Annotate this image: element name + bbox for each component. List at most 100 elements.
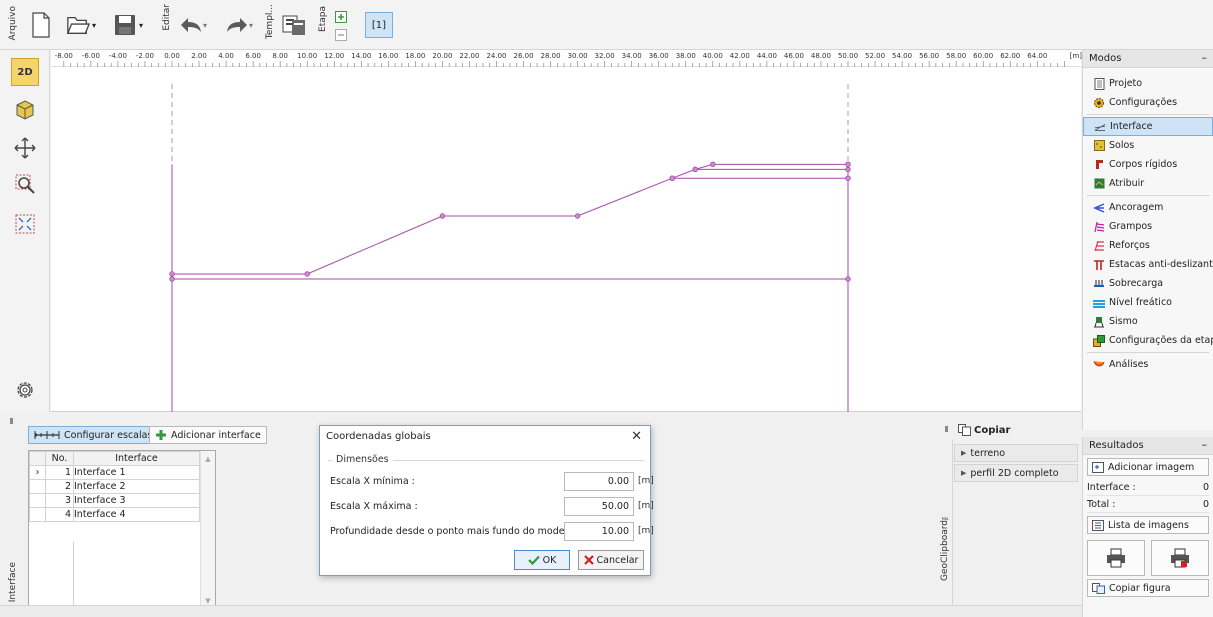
min-x-scale-input[interactable] [564, 472, 634, 491]
reinforcement-icon [1093, 240, 1105, 252]
remove-stage-button[interactable] [334, 28, 348, 42]
mode-configuracoes[interactable]: Configurações [1083, 93, 1213, 112]
chevron-down-icon[interactable]: ▾ [249, 21, 253, 30]
table-row[interactable]: 2 Interface 2 [29, 479, 200, 494]
interface-point [845, 276, 851, 282]
pan-button[interactable] [11, 134, 39, 162]
move-arrows-icon [14, 137, 36, 159]
plus-icon [335, 11, 347, 23]
open-file-button[interactable]: ▾ [66, 10, 96, 40]
chevron-down-icon[interactable]: ▾ [139, 21, 143, 30]
stage-1-tab[interactable]: [1] [365, 12, 393, 38]
mode-reforcos[interactable]: Reforços [1083, 236, 1213, 255]
modes-title: Modos [1089, 53, 1122, 64]
undo-button[interactable]: ▾ [176, 12, 210, 38]
anchor-icon [1093, 202, 1105, 214]
mode-configuracoes-da-etapa[interactable]: Configurações da etapa [1083, 331, 1213, 350]
min-x-scale-unit: [m] [638, 476, 654, 486]
copy-figure-button[interactable]: Copiar figura [1087, 579, 1209, 597]
view-3d-button[interactable] [11, 96, 39, 124]
geometry-drawing[interactable] [51, 50, 1081, 412]
results-interface-row: Interface : 0 [1087, 479, 1209, 496]
table-scrollbar[interactable]: ▲ ▼ [200, 451, 215, 609]
mode-grampos[interactable]: Grampos [1083, 217, 1213, 236]
mode-sismo[interactable]: Sismo [1083, 312, 1213, 331]
modes-panel: Modos – Projeto Configurações Interface … [1082, 50, 1213, 430]
pile-icon [1093, 259, 1105, 271]
stage-menu-label[interactable]: Etapa [318, 6, 328, 32]
mode-solos[interactable]: Solos [1083, 136, 1213, 155]
redo-button[interactable]: ▾ [222, 12, 256, 38]
panel-grip[interactable] [10, 418, 13, 424]
panel-grip[interactable] [945, 426, 948, 432]
copy-terrain-button[interactable]: ▶ terreno [954, 444, 1078, 462]
interface-icon [1094, 121, 1106, 133]
status-bar [0, 605, 1082, 617]
template-menu-label[interactable]: Templ... [265, 4, 275, 39]
row-selector-header [29, 451, 46, 466]
depth-input[interactable] [564, 522, 634, 541]
results-panel-header: Resultados – [1083, 437, 1213, 455]
configure-scales-button[interactable]: Configurar escalas [28, 426, 159, 444]
mode-nivel-freatico[interactable]: Nível freático [1083, 293, 1213, 312]
print-pdf-button[interactable] [1151, 540, 1209, 576]
gear-icon [17, 382, 33, 398]
file-menu-label[interactable]: Arquivo [8, 6, 18, 40]
scroll-up-icon[interactable]: ▲ [201, 455, 215, 463]
cancel-button[interactable]: Cancelar [578, 550, 644, 570]
display-settings-button[interactable] [11, 376, 39, 404]
printer-pdf-icon [1171, 548, 1189, 568]
add-interface-button[interactable]: Adicionar interface [149, 426, 267, 444]
minimize-icon[interactable]: – [1202, 51, 1208, 64]
image-list-button[interactable]: Lista de imagens [1087, 516, 1209, 534]
table-row[interactable]: 4 Interface 4 [29, 507, 200, 522]
max-x-scale-input[interactable] [564, 497, 634, 516]
open-folder-icon [66, 16, 90, 34]
copy-full-2d-profile-button[interactable]: ▶ perfil 2D completo [954, 464, 1078, 482]
new-file-button[interactable] [28, 10, 54, 40]
mode-ancoragem[interactable]: Ancoragem [1083, 198, 1213, 217]
depth-unit: [m] [638, 526, 654, 536]
mode-corpos-rigidos[interactable]: Corpos rígidos [1083, 155, 1213, 174]
copy-header[interactable]: Copiar [958, 424, 1010, 436]
edit-menu-label[interactable]: Editar [162, 4, 172, 31]
depth-label: Profundidade desde o ponto mais fundo do… [330, 526, 580, 537]
interface-point [710, 161, 716, 168]
table-row[interactable]: 3 Interface 3 [29, 493, 200, 508]
model-canvas[interactable]: -8.00 -6.00 -4.00 -2.00 0.00 2.00 4.00 6.00 8.00… [51, 50, 1082, 412]
mode-estacas-anti-deslizantes[interactable]: Estacas anti-deslizantes [1083, 255, 1213, 274]
mode-interface[interactable]: Interface [1083, 117, 1213, 136]
interface-point [692, 166, 698, 173]
zoom-extents-button[interactable] [11, 210, 39, 238]
dialog-title-bar[interactable]: Coordenadas globais ✕ [320, 426, 650, 448]
scroll-down-icon[interactable]: ▼ [201, 597, 215, 605]
close-icon[interactable]: ✕ [631, 429, 642, 444]
ok-button[interactable]: OK [514, 550, 570, 570]
chevron-down-icon[interactable]: ▾ [203, 21, 207, 30]
mode-projeto[interactable]: Projeto [1083, 74, 1213, 93]
results-total-row: Total : 0 [1087, 496, 1209, 513]
save-file-button[interactable]: ▾ [110, 10, 146, 40]
fit-extents-icon [15, 214, 35, 234]
mode-analises[interactable]: Análises [1083, 355, 1213, 374]
chevron-down-icon[interactable]: ▾ [92, 21, 96, 30]
copy-icon [958, 424, 971, 436]
geoclipboard-panel: GeoClipboard™ Copiar ▶ terreno ▶ perfil … [938, 420, 1081, 605]
table-row[interactable]: › 1 Interface 1 [29, 465, 200, 480]
surcharge-icon [1093, 278, 1105, 290]
mode-atribuir[interactable]: Atribuir [1083, 174, 1213, 193]
print-button[interactable] [1087, 540, 1145, 576]
template-button[interactable] [280, 12, 308, 38]
mode-sobrecarga[interactable]: Sobrecarga [1083, 274, 1213, 293]
view-tools-bar: 2D [0, 50, 50, 412]
interface-point [669, 175, 675, 181]
stage-settings-icon [1093, 334, 1105, 347]
view-2d-button[interactable]: 2D [11, 58, 39, 86]
geoclipboard-label: GeoClipboard™ [940, 510, 950, 582]
add-stage-button[interactable] [334, 10, 348, 24]
analysis-icon [1093, 359, 1105, 371]
add-image-button[interactable]: Adicionar imagem [1087, 458, 1209, 476]
zoom-button[interactable] [11, 170, 39, 198]
soil-icon [1093, 140, 1105, 152]
minimize-icon[interactable]: – [1202, 438, 1208, 451]
